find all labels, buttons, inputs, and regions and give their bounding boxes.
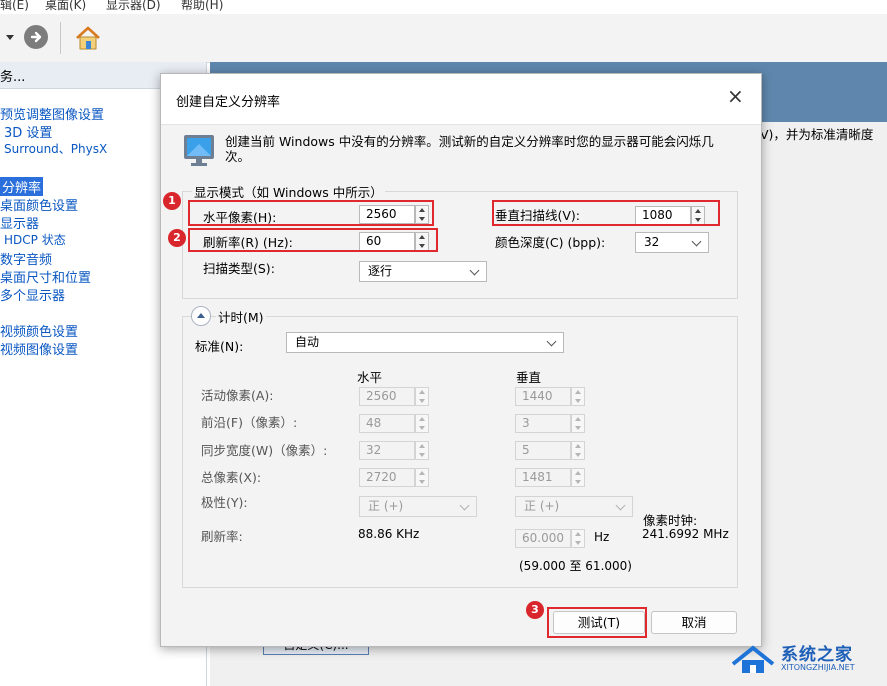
chevron-down-icon bbox=[615, 500, 626, 511]
sync-v-input[interactable]: 5 bbox=[515, 441, 571, 460]
standard-value: 自动 bbox=[295, 335, 320, 349]
nav-display[interactable]: 显示器 bbox=[0, 213, 39, 232]
total-v-input[interactable]: 1481 bbox=[515, 468, 571, 487]
menu-bar: 辑(E) 桌面(K) 显示器(D) 帮助(H) bbox=[0, 0, 887, 14]
display-mode-legend: 显示模式（如 Windows 中所示） bbox=[192, 182, 385, 201]
toolbar bbox=[0, 14, 887, 63]
scan-type-value: 逐行 bbox=[368, 264, 393, 278]
watermark-url: XITONGZHIJIA.NET bbox=[781, 663, 855, 672]
collapse-icon[interactable] bbox=[191, 306, 211, 326]
dropdown-arrow-icon[interactable] bbox=[6, 35, 14, 40]
chevron-down-icon bbox=[459, 500, 470, 511]
step-badge-2: 2 bbox=[168, 229, 186, 247]
polarity-h-select[interactable]: 正 (+) bbox=[359, 496, 477, 517]
chevron-down-icon bbox=[691, 236, 702, 247]
watermark-brand: 系统之家 bbox=[781, 645, 853, 665]
nav-digital-audio[interactable]: 数字音频 bbox=[0, 249, 52, 268]
timing-refresh-label: 刷新率: bbox=[201, 529, 243, 544]
highlight-test-button bbox=[547, 607, 647, 638]
refresh-range-text: (59.000 至 61.000) bbox=[519, 559, 632, 573]
menu-edit[interactable]: 辑(E) bbox=[0, 0, 29, 13]
scan-type-select[interactable]: 逐行 bbox=[359, 261, 487, 282]
cancel-button[interactable]: 取消 bbox=[651, 611, 737, 634]
highlight-refresh-rate bbox=[188, 228, 438, 252]
active-pixels-label: 活动像素(A): bbox=[201, 388, 274, 403]
v-refresh-spinner[interactable] bbox=[571, 529, 585, 548]
menu-desktop[interactable]: 桌面(K) bbox=[45, 0, 86, 13]
chevron-down-icon bbox=[469, 265, 480, 276]
close-icon[interactable]: × bbox=[727, 84, 744, 108]
refresh-unit-label: Hz bbox=[594, 530, 610, 544]
nav-multi-display[interactable]: 多个显示器 bbox=[0, 285, 65, 304]
polarity-h-value: 正 (+) bbox=[368, 499, 404, 513]
watermark-logo-icon bbox=[730, 642, 776, 676]
dialog-info-text: 创建当前 Windows 中没有的分辨率。测试新的自定义分辨率时您的显示器可能会… bbox=[225, 134, 714, 164]
menu-display[interactable]: 显示器(D) bbox=[106, 0, 161, 13]
front-v-spinner[interactable] bbox=[571, 414, 585, 433]
dialog-title: 创建自定义分辨率 bbox=[176, 95, 281, 110]
nav-desktop-size[interactable]: 桌面尺寸和位置 bbox=[0, 267, 91, 286]
polarity-label: 极性(Y): bbox=[201, 495, 248, 510]
sync-h-spinner[interactable] bbox=[415, 441, 429, 460]
active-h-spinner[interactable] bbox=[415, 387, 429, 406]
dialog-titlebar: 创建自定义分辨率 × bbox=[161, 74, 761, 125]
horizontal-column-header: 水平 bbox=[357, 370, 383, 385]
active-v-input[interactable]: 1440 bbox=[515, 387, 571, 406]
nav-video-color[interactable]: 视频颜色设置 bbox=[0, 321, 78, 340]
chevron-down-icon bbox=[546, 336, 557, 347]
nav-surround-physx[interactable]: Surround、PhysX bbox=[4, 140, 107, 157]
timing-toggle-label[interactable]: 计时(M) bbox=[216, 307, 266, 326]
forward-icon[interactable] bbox=[24, 25, 48, 49]
nav-video-image[interactable]: 视频图像设置 bbox=[0, 339, 78, 358]
nav-desktop-color[interactable]: 桌面颜色设置 bbox=[0, 195, 78, 214]
polarity-v-select[interactable]: 正 (+) bbox=[515, 496, 633, 517]
front-porch-label: 前沿(F)（像素）: bbox=[201, 415, 298, 430]
total-h-spinner[interactable] bbox=[415, 468, 429, 487]
nav-3d-settings[interactable]: 3D 设置 bbox=[4, 122, 52, 141]
sync-width-label: 同步宽度(W)（像素）: bbox=[201, 443, 328, 458]
step-badge-1: 1 bbox=[163, 192, 181, 210]
color-depth-value: 32 bbox=[644, 235, 660, 249]
pixel-clock-value: 241.6992 MHz bbox=[642, 527, 729, 541]
sync-h-input[interactable]: 32 bbox=[359, 441, 415, 460]
standard-label: 标准(N): bbox=[195, 339, 244, 354]
v-refresh-input[interactable]: 60.000 bbox=[515, 529, 571, 548]
highlight-v-lines bbox=[492, 200, 720, 226]
background-description: V)，并为标准清晰度 bbox=[760, 127, 874, 142]
vertical-column-header: 垂直 bbox=[516, 370, 542, 385]
total-pixels-label: 总像素(X): bbox=[201, 470, 262, 485]
total-h-input[interactable]: 2720 bbox=[359, 468, 415, 487]
monitor-icon bbox=[183, 134, 215, 168]
polarity-v-value: 正 (+) bbox=[524, 499, 560, 513]
sync-v-spinner[interactable] bbox=[571, 441, 585, 460]
h-refresh-value: 88.86 KHz bbox=[358, 527, 420, 541]
front-h-spinner[interactable] bbox=[415, 414, 429, 433]
standard-select[interactable]: 自动 bbox=[286, 332, 564, 353]
scan-type-label: 扫描类型(S): bbox=[203, 261, 275, 276]
front-h-input[interactable]: 48 bbox=[359, 414, 415, 433]
nav-preview-image[interactable]: 预览调整图像设置 bbox=[0, 104, 104, 123]
front-v-input[interactable]: 3 bbox=[515, 414, 571, 433]
active-v-spinner[interactable] bbox=[571, 387, 585, 406]
nav-hdcp[interactable]: HDCP 状态 bbox=[4, 231, 66, 248]
color-depth-select[interactable]: 32 bbox=[635, 232, 709, 253]
step-badge-3: 3 bbox=[526, 601, 544, 619]
toolbar-divider bbox=[60, 22, 61, 54]
nav-resolution[interactable]: 分辨率 bbox=[0, 177, 44, 196]
home-icon[interactable] bbox=[74, 25, 102, 51]
custom-resolution-dialog: 创建自定义分辨率 × 创建当前 Windows 中没有的分辨率。测试新的自定义分… bbox=[160, 73, 762, 647]
active-h-input[interactable]: 2560 bbox=[359, 387, 415, 406]
menu-help[interactable]: 帮助(H) bbox=[181, 0, 223, 13]
highlight-h-pixels bbox=[188, 200, 434, 226]
total-v-spinner[interactable] bbox=[571, 468, 585, 487]
color-depth-label: 颜色深度(C) (bpp): bbox=[495, 235, 606, 250]
left-pane-header-text: 务... bbox=[0, 70, 26, 85]
